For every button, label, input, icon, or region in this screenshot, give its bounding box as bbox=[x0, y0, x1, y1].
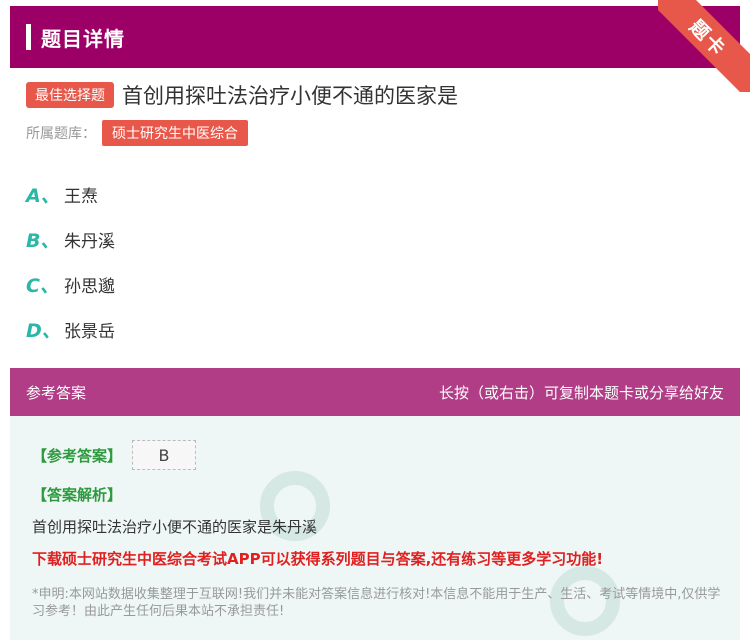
library-row: 所属题库： 硕士研究生中医综合 bbox=[26, 120, 248, 146]
answer-header: 参考答案 长按（或右击）可复制本题卡或分享给好友 bbox=[10, 368, 740, 416]
option-text: 朱丹溪 bbox=[64, 232, 115, 252]
question-row: 最佳选择题 首创用探吐法治疗小便不通的医家是 bbox=[26, 80, 458, 110]
option-text: 孙思邈 bbox=[64, 277, 115, 297]
option-letter: D、 bbox=[26, 320, 61, 342]
copy-share-hint: 长按（或右击）可复制本题卡或分享给好友 bbox=[438, 383, 724, 402]
library-badge[interactable]: 硕士研究生中医综合 bbox=[102, 120, 248, 146]
option-letter: A、 bbox=[26, 185, 60, 207]
page-header: 题目详情 bbox=[10, 6, 740, 68]
answer-line: 【参考答案】 B bbox=[32, 440, 197, 470]
answer-value-image: B bbox=[132, 440, 197, 470]
option-b[interactable]: B、 朱丹溪 bbox=[26, 217, 115, 262]
option-a[interactable]: A、 王焘 bbox=[26, 172, 115, 217]
ribbon-label: 题卡 bbox=[685, 15, 731, 61]
answer-header-title: 参考答案 bbox=[26, 383, 87, 402]
answer-panel: 【参考答案】 B 【答案解析】 首创用探吐法治疗小便不通的医家是朱丹溪 下载硕士… bbox=[10, 416, 740, 640]
option-text: 张景岳 bbox=[64, 322, 115, 342]
analysis-text: 首创用探吐法治疗小便不通的医家是朱丹溪 bbox=[32, 518, 318, 536]
option-d[interactable]: D、 张景岳 bbox=[26, 307, 115, 352]
option-letter: C、 bbox=[26, 275, 59, 297]
corner-ribbon: 题卡 bbox=[658, 0, 750, 92]
ribbon-band: 题卡 bbox=[658, 0, 750, 92]
analysis-label: 【答案解析】 bbox=[32, 486, 123, 504]
library-label: 所属题库： bbox=[26, 126, 96, 142]
answer-value: B bbox=[158, 445, 170, 465]
question-text: 首创用探吐法治疗小便不通的医家是 bbox=[122, 84, 458, 108]
option-c[interactable]: C、 孙思邈 bbox=[26, 262, 115, 307]
option-text: 王焘 bbox=[64, 187, 98, 207]
disclaimer-text: *申明:本网站数据收集整理于互联网!我们并未能对答案信息进行核对!本信息不能用于… bbox=[32, 587, 721, 619]
question-type-badge: 最佳选择题 bbox=[26, 82, 114, 108]
answer-label: 【参考答案】 bbox=[32, 446, 123, 465]
app-download-promo[interactable]: 下载硕士研究生中医综合考试APP可以获得系列题目与答案,还有练习等更多学习功能! bbox=[32, 548, 603, 569]
option-letter: B、 bbox=[26, 230, 60, 252]
page-title: 题目详情 bbox=[41, 26, 125, 51]
options-list: A、 王焘 B、 朱丹溪 C、 孙思邈 D、 张景岳 bbox=[26, 172, 115, 352]
header-accent-bar bbox=[26, 24, 31, 50]
